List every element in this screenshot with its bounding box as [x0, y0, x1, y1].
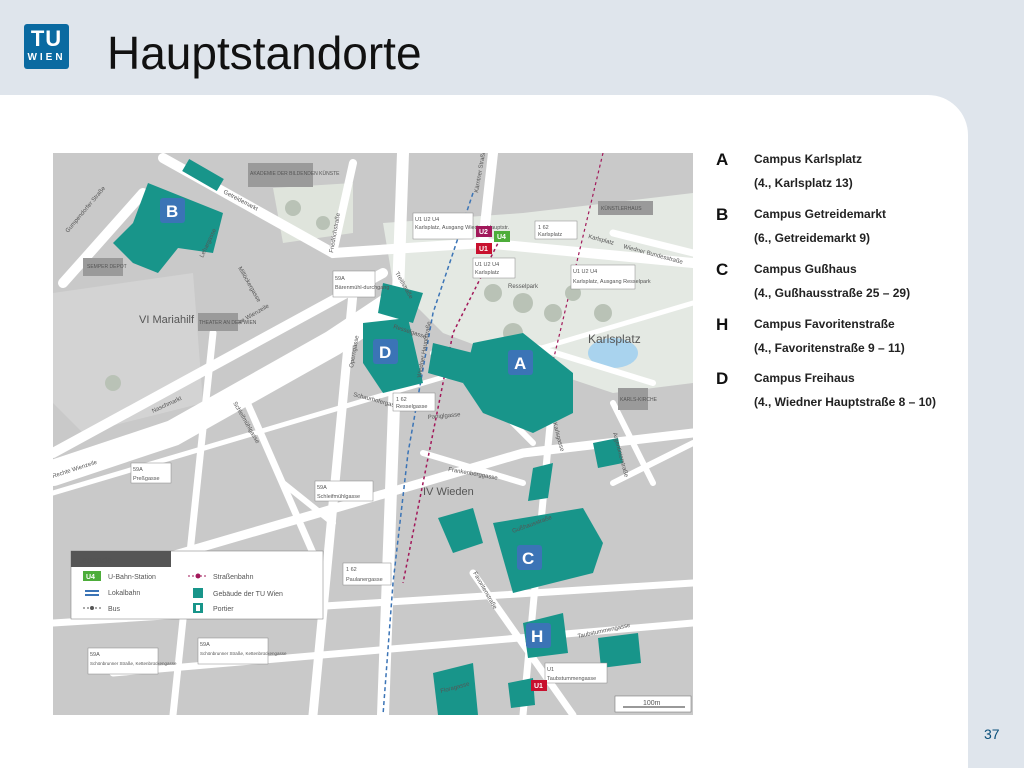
logo-wien: WIEN [27, 52, 66, 63]
badge-u2: U2 [479, 229, 488, 236]
marker-d-letter: D [379, 343, 391, 362]
stop-name-0: Karlsplatz, Ausgang Wiedner Hauptstr. [415, 225, 510, 231]
stop-name-9: Schönbrunner Straße, Kettenbrückengasse [90, 661, 177, 666]
campus-letter: B [716, 205, 729, 224]
slide-header: TU WIEN Hauptstandorte [0, 0, 1024, 95]
campus-letter: D [716, 369, 729, 388]
stop-lines-2: U1 U2 U4 [475, 262, 499, 268]
campus-letter: C [716, 260, 729, 279]
stop-name-11: Taubstummengasse [547, 676, 596, 682]
legend-title: Legende [77, 555, 112, 565]
place-label-karlsplatz: Karlsplatz [588, 332, 641, 346]
building-icon [193, 588, 203, 598]
page-number: 37 [984, 726, 1000, 742]
logo-tu: TU [30, 26, 63, 51]
marker-a-letter: A [514, 354, 526, 373]
campus-name: Campus Getreidemarkt [754, 207, 887, 221]
campus-letter: H [716, 315, 729, 334]
campus-address: (4., Karlsplatz 13) [754, 176, 853, 190]
campus-address: (4., Favoritenstraße 9 – 11) [754, 341, 905, 355]
campus-name: Campus Freihaus [754, 371, 855, 385]
campus-address: (4., Gußhausstraße 25 – 29) [754, 286, 911, 300]
campus-name: Campus Gußhaus [754, 262, 857, 276]
scale-label: 100m [643, 700, 661, 707]
badge-u1-taubstummengasse: U1 [534, 683, 543, 690]
street-resselpark: Resselpark [508, 284, 539, 290]
campus-item-b: B Campus Getreidemarkt (6., Getreidemark… [716, 205, 956, 245]
stop-lines-1: 1 62 [538, 225, 549, 231]
stop-name-8: Paulanergasse [346, 577, 383, 583]
stop-lines-9: 59A [90, 652, 100, 658]
campus-address: (4., Wiedner Hauptstraße 8 – 10) [754, 395, 936, 409]
stop-name-10: Schönbrunner Straße, Kettenbrückengasse [200, 651, 287, 656]
campus-item-h: H Campus Favoritenstraße (4., Favoritens… [716, 315, 956, 355]
right-margin-bar [968, 95, 1024, 768]
campus-letter: A [716, 150, 729, 169]
stop-lines-7: 59A [317, 485, 327, 491]
marker-b-letter: B [166, 202, 178, 221]
stop-lines-8: 1 62 [346, 567, 357, 573]
legend-bus-label: Bus [108, 606, 121, 613]
map-svg: VI Mariahilf IV Wieden Karlsplatz Getrei… [53, 153, 693, 715]
campus-name: Campus Favoritenstraße [754, 317, 895, 331]
stop-name-7: Schleifmühlgasse [317, 494, 360, 500]
landmark-semper-depot: SEMPER DEPOT [87, 264, 127, 270]
badge-u4: U4 [497, 234, 506, 241]
legend-building-label: Gebäude der TU Wien [213, 591, 283, 598]
stop-name-2: Karlsplatz [475, 270, 499, 276]
district-label-wieden: IV Wieden [423, 486, 474, 498]
stop-lines-6: 59A [133, 467, 143, 473]
stop-lines-0: U1 U2 U4 [415, 217, 439, 223]
landmark-karlskirche: KARLS-KIRCHE [620, 397, 658, 403]
legend-lokalbahn-label: Lokalbahn [108, 590, 140, 597]
legend-tram-label: Straßenbahn [213, 574, 254, 581]
stop-name-6: Preßgasse [133, 476, 160, 482]
campus-item-a: A Campus Karlsplatz (4., Karlsplatz 13) [716, 150, 956, 190]
legend-ubahn-label: U-Bahn-Station [108, 574, 156, 581]
campus-map: VI Mariahilf IV Wieden Karlsplatz Getrei… [53, 153, 693, 715]
stop-lines-5: 1 62 [396, 397, 407, 403]
landmark-akademie: AKADEMIE DER BILDENDEN KÜNSTE [250, 170, 340, 177]
campus-item-c: C Campus Gußhaus (4., Gußhausstraße 25 –… [716, 260, 956, 300]
stop-lines-3: U1 U2 U4 [573, 269, 597, 275]
stop-name-3: Karlsplatz, Ausgang Resselpark [573, 279, 651, 285]
marker-h-letter: H [531, 627, 543, 646]
legend-ubahn-symbol: U4 [86, 574, 95, 581]
scale-bar: 100m [614, 695, 692, 713]
district-label-mariahilf: VI Mariahilf [139, 314, 195, 326]
campus-item-d: D Campus Freihaus (4., Wiedner Hauptstra… [716, 369, 956, 409]
stop-name-1: Karlsplatz [538, 232, 562, 238]
map-legend: Legende U4 U-Bahn-Station Lokalbahn Bus … [70, 550, 324, 620]
stop-lines-11: U1 [547, 667, 554, 673]
stop-lines-4: 59A [335, 276, 345, 282]
stop-name-5: Resselgasse [396, 404, 428, 410]
landmark-kuenstlerhaus: KÜNSTLERHAUS [601, 205, 642, 212]
landmark-theater: THEATER AN DER WIEN [199, 320, 257, 326]
legend-porter-label: Portier [213, 606, 234, 613]
campus-name: Campus Karlsplatz [754, 152, 863, 166]
slide-title: Hauptstandorte [107, 27, 422, 79]
campus-address: (6., Getreidemarkt 9) [754, 231, 871, 245]
tu-wien-logo: TU WIEN [24, 24, 69, 69]
badge-u1-karlsplatz: U1 [479, 246, 488, 253]
stop-name-4: Bärenmühl-durchgang [335, 285, 389, 291]
marker-c-letter: C [522, 549, 534, 568]
stop-lines-10: 59A [200, 642, 210, 648]
